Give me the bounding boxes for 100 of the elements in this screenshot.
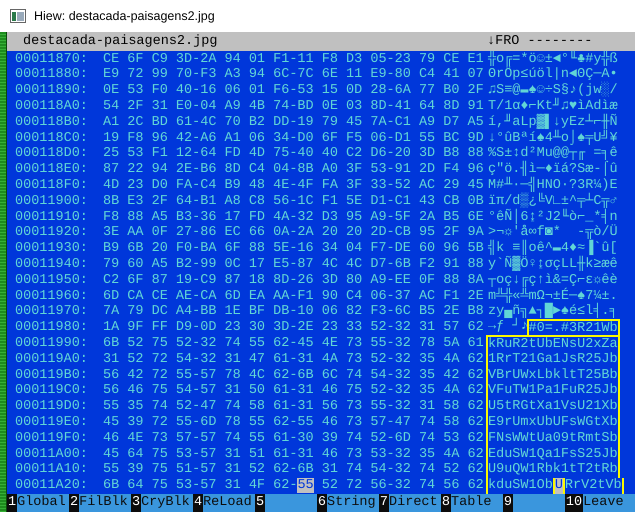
ascii-text: >¬☼'å∞f◙* -╦ò/Ü xyxy=(488,225,619,240)
offset: 00011890: xyxy=(14,83,89,100)
function-key-number: 3 xyxy=(130,494,142,512)
offset: 00011910: xyxy=(14,210,89,226)
function-key[interactable]: Table xyxy=(451,494,503,512)
hex-bytes: B9 6B 20 F0-BA 6F 88 5E-16 34 04 F7-DE 60 96 5B xyxy=(103,241,485,258)
function-key-number: 5 xyxy=(254,494,266,512)
hex-bytes: 4D 23 D0 FA-C4 B9 48 4E-4F FA 3F 33-52 AC 29 45 xyxy=(103,178,485,194)
ascii-text: FNsWWtUa09tRmtSb xyxy=(488,430,621,447)
function-key-number: 9 xyxy=(502,494,513,512)
hex-bytes: 19 F8 96 42-A6 A1 06 34-D0 6F F5 06-D1 55 BC 9D xyxy=(103,130,485,146)
ascii-text: U5tRGtXa1VsU21Xb xyxy=(488,399,621,416)
offset: 00011A20: xyxy=(14,478,89,494)
function-key[interactable] xyxy=(265,494,317,512)
hex-bytes: 56 46 75 54-57 31 50 61-31 46 75 52-32 35 4A 62 xyxy=(103,383,485,400)
hex-bytes: 45 39 72 55-6D 78 55 62-55 46 73 57-47 74 58 62 xyxy=(103,415,485,431)
file-name: destacada-paisagens2.jpg xyxy=(23,34,218,49)
ascii-text: y`Ñ▓Ö♀↨σçLL╫k≥æê xyxy=(488,257,619,273)
offset: 000118B0: xyxy=(14,114,89,131)
offset: 000119C0: xyxy=(14,383,89,400)
ascii-text: E9rUmxUbUFsWGtXb xyxy=(488,415,621,431)
hex-bytes: 25 53 F1 12-64 FD 4D 75-40 40 C2 D6-20 3D B8 88 xyxy=(103,146,485,162)
offset: 000118D0: xyxy=(14,146,89,162)
offset: 00011970: xyxy=(14,304,89,320)
hex-bytes: 6B 52 75 52-32 74 55 62-45 4E 73 55-32 78 5A 61 xyxy=(103,336,485,352)
function-key[interactable]: FilBlk xyxy=(79,494,131,512)
ascii-text: T/1α♦⌐Kt╜♫♥ìAdìæ xyxy=(488,99,619,114)
hex-bytes: 6B 64 75 53-57 31 4F 62-55 52 72 56-32 74 56 62 xyxy=(103,478,485,494)
offset: 000119B0: xyxy=(14,368,89,384)
function-key[interactable]: Leave xyxy=(583,494,635,512)
function-key-number: 6 xyxy=(316,494,328,512)
function-key[interactable]: ReLoad xyxy=(203,494,255,512)
ascii-text: m╩╬«╩mΩ¬±É─♠7¼±. xyxy=(488,288,619,304)
hex-bytes: 55 39 75 51-57 31 52 62-6B 31 74 54-32 74 52 62 xyxy=(103,462,485,478)
offset: 000118F0: xyxy=(14,178,89,194)
function-key-number: 2 xyxy=(68,494,80,512)
offset: 00011900: xyxy=(14,194,89,210)
ascii-text: ╣k ≡║oê^▬4♦≈▐`û[ xyxy=(488,241,619,256)
ascii-text: kRuR2tUbENsU2xZa xyxy=(488,335,621,353)
offset: 000118A0: xyxy=(14,99,89,115)
mode-indicator: ↓FRO -------- xyxy=(487,34,592,49)
ascii-text: 1RrT21Ga1JsR25Jb xyxy=(488,352,621,368)
offset: 000118E0: xyxy=(14,162,89,178)
ascii-text: ↓°ûBªí♠4╨o⌡♠╤U╝¥ xyxy=(488,130,619,146)
offset: 00011940: xyxy=(14,257,89,273)
ascii-text: M#╨·─╣HNO·?3R¼)E xyxy=(488,178,619,194)
offset: 000119F0: xyxy=(14,430,89,447)
ascii-text: í,╜aLp▓▌↓yEz┴⌐╫Ñ xyxy=(488,114,619,130)
offset: 00011980: xyxy=(14,320,89,336)
hex-bytes: 6D CA CE AE-CA 6D EA AA-F1 90 C4 06-37 AC F1 2E xyxy=(103,288,485,304)
offset: 000119D0: xyxy=(14,399,89,416)
hex-bytes: 54 2F 31 E0-04 A9 4B 74-BD 0E 03 8D-41 64 8D 91 xyxy=(103,99,485,115)
offset: 000119E0: xyxy=(14,415,89,431)
hex-bytes: 55 35 74 52-47 74 58 61-31 56 73 55-32 31 58 62 xyxy=(103,399,485,416)
offset: 00011A00: xyxy=(14,446,89,462)
function-key[interactable]: CryBlk xyxy=(141,494,193,512)
hex-bytes: 31 52 72 54-32 31 47 61-31 4A 73 52-32 35 4A 62 xyxy=(103,352,485,368)
hex-bytes: A1 2C BD 61-4C 70 B2 DD-19 79 45 7A-C1 A9 D7 A5 xyxy=(103,114,485,131)
offset: 000118C0: xyxy=(14,130,89,146)
hex-bytes: 56 42 72 55-57 78 4C 62-6B 6C 74 54-32 35 42 62 xyxy=(103,368,485,384)
hex-bytes: 46 4E 73 57-57 74 55 61-30 39 74 52-6D 74 53 62 xyxy=(103,430,485,447)
hex-bytes: E9 72 99 70-F3 A3 94 6C-7C 6E 11 E9-80 C4 41 07 xyxy=(103,67,485,84)
ascii-text: VFuTW1Pa1FuR25Jb xyxy=(488,383,621,400)
function-key[interactable] xyxy=(512,494,565,512)
offset: 000119A0: xyxy=(14,352,89,368)
offset: 00011950: xyxy=(14,272,89,289)
hex-bytes: 87 22 94 2E-B6 8D C4 04-8B A0 3F 53-91 2D F4 96 xyxy=(103,162,485,178)
function-key[interactable]: Direct xyxy=(389,494,441,512)
offset: 00011A10: xyxy=(14,462,89,478)
ascii-text: ïπ/d▒¿╚V∟±^╤┴C╦♂ xyxy=(488,194,619,209)
hex-bytes: 79 60 A5 B2-99 0C 17 E5-87 4C 4C D7-6B F2 91 88 xyxy=(103,257,485,273)
ascii-text: ΘrÖp≤úöl|n◄ΘÇ─A• xyxy=(488,67,619,82)
ascii-text: ┬oç↓╔ç↑ì&=Ç⌐ε☼êè xyxy=(488,272,619,288)
window-title: Hiew: destacada-paisagens2.jpg xyxy=(34,9,215,23)
function-key-number: 7 xyxy=(378,494,390,512)
hex-bytes: CE 6F C9 3D-2A 94 01 F1-11 F8 D3 05-23 79 CE E1 xyxy=(103,52,485,68)
ascii-text: %S±↕d²Mu@@┬╓ =╕ê xyxy=(488,146,619,162)
ascii-text: zy▄ñ╗▲┐█►♠é≤l╡.╕ xyxy=(488,304,619,320)
ascii-text: EduSW1Qa1FsS25Jb xyxy=(488,446,621,462)
hex-bytes: 7A 79 DC A4-BB 1E BF DB-10 06 82 F3-6C B5 2E B8 xyxy=(103,304,485,320)
app-icon xyxy=(10,9,26,23)
function-key[interactable]: String xyxy=(327,494,379,512)
ascii-text: ╬o╔=*ö☺±◄°╙♣#y╬ß xyxy=(488,52,619,67)
ascii-text: °êÑ│6↨²J2╙ò⌐_*╡n xyxy=(488,210,619,225)
hex-bytes: 8B E3 2F 64-B1 A8 C8 56-1C F1 5E D1-C1 43 CB 0B xyxy=(103,194,485,210)
offset: 00011930: xyxy=(14,241,89,258)
function-key-number: 4 xyxy=(192,494,204,512)
ascii-text: VBrUWxLbkltT25Bb xyxy=(488,368,621,384)
offset: 00011870: xyxy=(14,52,89,68)
function-key[interactable]: Global xyxy=(17,494,69,512)
function-key-number: 10 xyxy=(564,494,584,512)
hex-bytes: 0E 53 F0 40-16 06 01 F6-53 15 0D 28-6A 77 B0 2F xyxy=(103,83,485,100)
function-key-number: 1 xyxy=(7,494,18,512)
hex-bytes: F8 88 A5 B3-36 17 FD 4A-32 D3 95 A9-5F 2A B5 6E xyxy=(103,210,485,226)
function-key-number: 8 xyxy=(440,494,451,512)
hex-bytes: 1A 9F FF D9-0D 23 30 3D-2E 23 33 52-32 31 57 62 xyxy=(103,320,485,336)
offset: 00011920: xyxy=(14,225,89,242)
ascii-text: ç"ö.╢ì─♦ïá?Sæ-⌠û xyxy=(488,162,619,178)
offset: 00011990: xyxy=(14,336,89,352)
ascii-text: ♫S≡@▬♠☺÷S§♪(jw░/ xyxy=(488,83,619,98)
